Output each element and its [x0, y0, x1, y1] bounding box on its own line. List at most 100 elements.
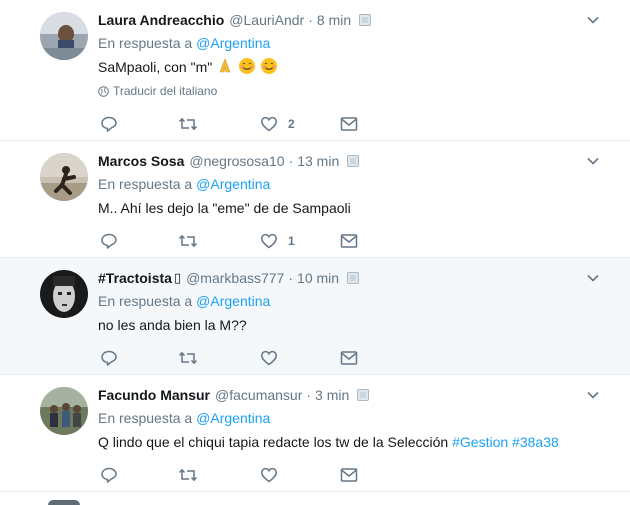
username[interactable]: @facumansur [215, 386, 302, 404]
direct-message-button[interactable] [340, 347, 358, 369]
mention-link[interactable]: @Argentina [196, 35, 270, 51]
heart-icon [261, 350, 277, 366]
like-button[interactable] [260, 347, 288, 369]
reply-button[interactable] [100, 464, 118, 486]
retweet-icon [178, 351, 198, 365]
media-icon [357, 389, 370, 401]
reply-icon [101, 233, 117, 249]
like-count: 1 [288, 234, 295, 248]
reply-button[interactable] [100, 347, 118, 369]
retweet-icon [178, 234, 198, 248]
separator: · [306, 387, 312, 403]
tweet-text-body: no les anda bien la M?? [98, 317, 247, 333]
envelope-icon [340, 234, 358, 248]
reply-context: En respuesta a @Argentina [98, 175, 270, 193]
username[interactable]: @negrososa10 [189, 152, 284, 170]
next-tweet-avatar-partial[interactable] [48, 500, 80, 505]
envelope-icon [340, 117, 358, 131]
reply-prefix: En respuesta a [98, 176, 193, 192]
direct-message-button[interactable] [340, 113, 358, 135]
tweet-text-body: Q lindo que el chiqui tapia redacte los … [98, 434, 449, 450]
smiling-face-emoji-icon [238, 57, 256, 80]
like-button[interactable] [260, 464, 288, 486]
globe-icon [98, 85, 109, 97]
display-name[interactable]: Marcos Sosa [98, 152, 184, 170]
retweet-button[interactable] [178, 230, 198, 252]
name-emoji-badge: ▯ [173, 270, 182, 285]
direct-message-button[interactable] [340, 464, 358, 486]
tweet[interactable]: Facundo Mansur @facumansur · 3 min En re… [0, 375, 630, 492]
tweet-text: no les anda bien la M?? [98, 315, 247, 335]
translate-link[interactable]: Traducir del italiano [98, 84, 217, 98]
reply-prefix: En respuesta a [98, 410, 193, 426]
reply-icon [101, 467, 117, 483]
reply-prefix: En respuesta a [98, 35, 193, 51]
like-button[interactable]: 2 [260, 113, 295, 135]
retweet-button[interactable] [178, 464, 198, 486]
reply-context: En respuesta a @Argentina [98, 409, 270, 427]
translate-label: Traducir del italiano [113, 84, 218, 98]
chevron-down-icon[interactable] [586, 154, 600, 168]
media-icon [347, 155, 360, 167]
chevron-down-icon[interactable] [586, 13, 600, 27]
retweet-icon [178, 117, 198, 131]
tweet-actions: 2 [100, 113, 380, 135]
media-icon [347, 272, 360, 284]
separator: · [308, 12, 313, 28]
retweet-button[interactable] [178, 347, 198, 369]
envelope-icon [340, 468, 358, 482]
mention-link[interactable]: @Argentina [196, 176, 270, 192]
reply-icon [101, 116, 117, 132]
hashtag-link[interactable]: #Gestion [452, 434, 508, 450]
username[interactable]: @LauriAndr [229, 11, 304, 29]
tweet[interactable]: Laura Andreacchio @LauriAndr · 8 min En … [0, 0, 630, 141]
tweet-text: Q lindo que el chiqui tapia redacte los … [98, 432, 559, 452]
tweet[interactable]: #Tractoista ▯ @markbass777 · 10 min En r… [0, 258, 630, 375]
tweet-actions: 1 [100, 230, 380, 252]
media-icon [359, 14, 372, 26]
retweet-button[interactable] [178, 113, 198, 135]
tweet-header: Facundo Mansur @facumansur · 3 min [98, 386, 370, 404]
tweet-header: Marcos Sosa @negrososa10 · 13 min [98, 152, 360, 170]
folded-hands-emoji-icon [216, 57, 234, 80]
heart-icon [261, 116, 277, 132]
timestamp[interactable]: 8 min [317, 11, 351, 29]
reply-button[interactable] [100, 230, 118, 252]
reply-icon [101, 350, 117, 366]
reply-prefix: En respuesta a [98, 293, 193, 309]
avatar[interactable] [40, 153, 88, 201]
hashtag-link[interactable]: #38a38 [512, 434, 559, 450]
tweet-text: M.. Ahí les dejo la "eme" de de Sampaoli [98, 198, 351, 218]
separator: · [288, 270, 294, 286]
reply-context: En respuesta a @Argentina [98, 34, 270, 52]
display-name[interactable]: Laura Andreacchio [98, 11, 224, 29]
heart-icon [261, 467, 277, 483]
chevron-down-icon[interactable] [586, 388, 600, 402]
envelope-icon [340, 351, 358, 365]
display-name[interactable]: #Tractoista [98, 269, 172, 287]
tweet-text-body: M.. Ahí les dejo la "eme" de de Sampaoli [98, 200, 351, 216]
username[interactable]: @markbass777 [186, 269, 284, 287]
like-count: 2 [288, 117, 295, 131]
mention-link[interactable]: @Argentina [196, 410, 270, 426]
avatar[interactable] [40, 270, 88, 318]
direct-message-button[interactable] [340, 230, 358, 252]
timestamp[interactable]: 10 min [297, 269, 339, 287]
heart-icon [261, 233, 277, 249]
chevron-down-icon[interactable] [586, 271, 600, 285]
retweet-icon [178, 468, 198, 482]
avatar[interactable] [40, 387, 88, 435]
smiling-face-emoji-icon [260, 57, 278, 80]
tweet[interactable]: Marcos Sosa @negrososa10 · 13 min En res… [0, 141, 630, 258]
timestamp[interactable]: 13 min [297, 152, 339, 170]
like-button[interactable]: 1 [260, 230, 295, 252]
mention-link[interactable]: @Argentina [196, 293, 270, 309]
display-name[interactable]: Facundo Mansur [98, 386, 210, 404]
reply-button[interactable] [100, 113, 118, 135]
tweet-text: SaMpaoli, con "m" [98, 57, 278, 80]
tweet-actions [100, 347, 380, 369]
reply-context: En respuesta a @Argentina [98, 292, 270, 310]
avatar[interactable] [40, 12, 88, 60]
timestamp[interactable]: 3 min [315, 386, 349, 404]
tweet-text-body: SaMpaoli, con "m" [98, 59, 213, 75]
